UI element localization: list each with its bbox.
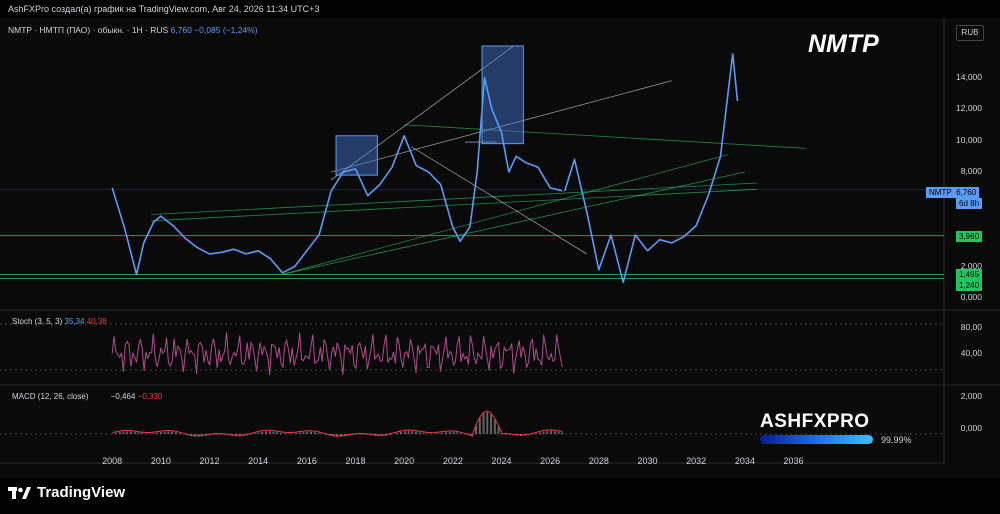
symbol-change: −0,085 (−1,24%): [194, 25, 258, 35]
chart-canvas[interactable]: [0, 18, 1000, 478]
macd-value: −0,464: [110, 392, 136, 401]
x-tick-label: 2024: [491, 456, 512, 466]
chart-header: AshFXPro создал(а) график на TradingView…: [8, 4, 320, 14]
x-tick-label: 2012: [199, 456, 220, 466]
x-tick-label: 2022: [442, 456, 463, 466]
trendline-white-3: [411, 146, 587, 255]
x-tick-label: 2008: [102, 456, 123, 466]
stoch-label: Stoch (3, 5, 3) 35,34 40,38: [12, 317, 107, 326]
highlight-box-2018: [335, 135, 378, 176]
progress-percent: 99.99%: [881, 435, 912, 445]
symbol-value: 6,760: [170, 25, 192, 35]
symbol-desc: NMTP · НМТП (ПАО) · обыкн. · 1H · RUS: [8, 25, 169, 35]
x-tick-label: 2010: [150, 456, 171, 466]
macd-signal: −0,330: [137, 392, 163, 401]
x-tick-label: 2016: [296, 456, 317, 466]
macd-tick-2: 2,000: [960, 391, 982, 401]
stoch-name: Stoch (3, 5, 3): [12, 317, 63, 326]
x-tick-label: 2014: [248, 456, 269, 466]
price-tag-3960: 3,960: [956, 231, 983, 242]
tradingview-text: TradingView: [37, 484, 126, 501]
stoch-tick-80: 80,00: [960, 322, 982, 332]
x-tick-label: 2026: [540, 456, 561, 466]
trendline-green-1: [151, 182, 758, 215]
trendline-green-2: [151, 188, 758, 222]
stoch-k: 35,34: [64, 317, 85, 326]
x-tick-label: 2028: [588, 456, 609, 466]
price-tag-nmtp: NMTP 6,760: [926, 187, 980, 198]
macd-name: MACD (12, 26, close): [12, 392, 89, 401]
price-tag-1495: 1,495: [956, 269, 983, 280]
tradingview-logo-icon: [8, 486, 31, 499]
price-tag-value: 6,760: [956, 188, 977, 197]
price-tag-symbol: NMTP: [929, 188, 952, 197]
ashfxpro-logo: ASHFXPRO: [760, 411, 870, 432]
macd-label: MACD (12, 26, close) −0,464 −0,330: [12, 392, 162, 401]
x-tick-label: 2036: [783, 456, 804, 466]
projection-series-line: [564, 53, 739, 284]
stoch-line: [111, 332, 563, 376]
stoch-d: 40,38: [86, 317, 107, 326]
symbol-info: NMTP · НМТП (ПАО) · обыкн. · 1H · RUS 6,…: [8, 25, 258, 35]
x-tick-label: 2018: [345, 456, 366, 466]
chart-title: NMTP: [808, 30, 879, 58]
price-tag-countdown: 6d 8h: [956, 198, 983, 209]
y-tick-label: 12,000: [956, 103, 982, 113]
stoch-tick-40: 40,00: [960, 348, 982, 358]
x-tick-label: 2034: [734, 456, 755, 466]
y-tick-label: 8,000: [960, 166, 982, 176]
trendline-green-4: [282, 171, 745, 275]
chart-frame: [0, 18, 1000, 478]
y-tick-label: 14,000: [956, 71, 982, 82]
y-tick-label: 0,000: [960, 292, 982, 302]
tradingview-brand[interactable]: TradingView: [8, 484, 125, 501]
x-tick-label: 2030: [637, 456, 658, 466]
x-tick-label: 2020: [394, 456, 415, 466]
macd-tick-0: 0,000: [960, 423, 982, 433]
currency-button[interactable]: RUB: [956, 25, 984, 41]
price-tag-1240: 1,240: [956, 280, 983, 291]
x-tick-label: 2032: [686, 456, 707, 466]
progress-bar: [760, 435, 873, 444]
y-tick-label: 10,000: [956, 134, 982, 145]
